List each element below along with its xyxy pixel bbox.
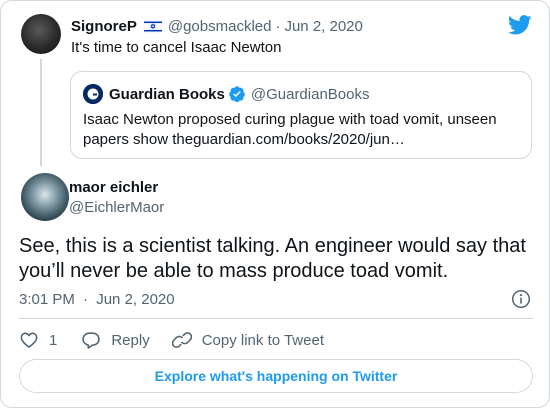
main-avatar[interactable]: [21, 173, 69, 221]
twitter-logo-icon[interactable]: [508, 15, 532, 35]
israel-flag-icon: [143, 19, 162, 33]
parent-header: SignoreP @gobsmackled · Jun 2, 2020: [71, 16, 363, 36]
tweet-timestamp[interactable]: 3:01 PM · Jun 2, 2020: [19, 291, 175, 308]
main-author-name[interactable]: maor eichler: [69, 179, 158, 196]
quote-avatar[interactable]: [83, 84, 103, 104]
quote-text: Isaac Newton proposed curing plague with…: [83, 111, 497, 148]
quoted-tweet[interactable]: Guardian Books @GuardianBooks Isaac Newt…: [70, 71, 532, 159]
like-button[interactable]: 1: [19, 330, 57, 350]
separator-dot: ·: [275, 17, 281, 35]
quote-header: Guardian Books @GuardianBooks: [109, 84, 369, 104]
reply-button[interactable]: Reply: [81, 330, 150, 350]
reply-label: Reply: [111, 331, 150, 349]
copy-link-button[interactable]: Copy link to Tweet: [171, 330, 324, 350]
parent-tweet-text: It's time to cancel Isaac Newton: [71, 39, 282, 56]
guardian-logo-icon: [83, 84, 103, 104]
link-icon: [171, 332, 192, 348]
main-tweet-text: See, this is a scientist talking. An eng…: [19, 235, 526, 282]
main-author-handle[interactable]: @EichlerMaor: [69, 199, 164, 216]
tweet-time[interactable]: 3:01 PM: [19, 291, 75, 308]
tweet-date[interactable]: Jun 2, 2020: [96, 291, 174, 308]
divider: [19, 318, 533, 319]
parent-author-name[interactable]: SignoreP: [71, 18, 137, 35]
parent-author-handle[interactable]: @gobsmackled: [168, 18, 272, 35]
tweet-embed-card: SignoreP @gobsmackled · Jun 2, 2020 It's…: [0, 0, 550, 408]
thread-line: [40, 59, 42, 166]
heart-icon: [20, 332, 38, 348]
action-bar: 1 Reply Copy link to Tweet: [19, 329, 324, 351]
quote-author-name: Guardian Books: [109, 85, 225, 103]
quote-author-handle: @GuardianBooks: [250, 85, 370, 103]
info-icon[interactable]: [511, 289, 531, 309]
explore-twitter-button[interactable]: Explore what's happening on Twitter: [19, 359, 533, 393]
verified-badge-icon: [228, 86, 245, 103]
reply-icon: [82, 332, 101, 349]
parent-avatar[interactable]: [21, 14, 61, 54]
like-count: 1: [49, 331, 58, 349]
copy-link-label: Copy link to Tweet: [201, 331, 324, 349]
parent-date[interactable]: Jun 2, 2020: [284, 18, 362, 35]
separator-dot: ·: [83, 291, 89, 308]
